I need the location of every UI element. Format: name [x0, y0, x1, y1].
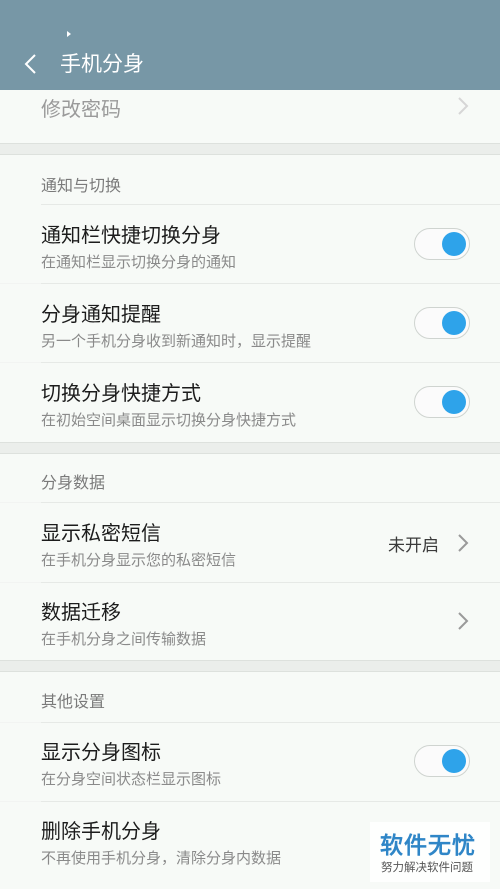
- section-header: 分身数据: [41, 473, 106, 492]
- change-password-title: 修改密码: [41, 97, 121, 121]
- row-title: 通知栏快捷切换分身: [41, 223, 221, 247]
- switch-shortcut-toggle[interactable]: [414, 386, 470, 418]
- watermark-title: 软件无忧: [380, 833, 476, 859]
- page-title: 手机分身: [60, 52, 144, 76]
- row-subtitle: 在通知栏显示切换分身的通知: [41, 253, 237, 271]
- row-subtitle: 另一个手机分身收到新通知时，显示提醒: [41, 332, 312, 350]
- switch-shortcut-row[interactable]: 切换分身快捷方式 在初始空间桌面显示切换分身快捷方式: [0, 363, 500, 442]
- section-data: 分身数据: [0, 454, 500, 502]
- title-bar: 手机分身: [0, 40, 500, 90]
- section-gap: [0, 660, 500, 672]
- show-icon-row[interactable]: 显示分身图标 在分身空间状态栏显示图标: [0, 723, 500, 801]
- section-gap: [0, 442, 500, 454]
- row-subtitle: 不再使用手机分身，清除分身内数据: [41, 849, 282, 867]
- private-sms-status: 未开启: [388, 536, 439, 556]
- section-other: 其他设置: [0, 672, 500, 722]
- chevron-right-icon: [458, 97, 469, 115]
- row-title: 显示私密短信: [41, 521, 161, 545]
- watermark-logo: 软件无忧 努力解决软件问题: [370, 822, 490, 882]
- data-migration-row[interactable]: 数据迁移 在手机分身之间传输数据: [0, 583, 500, 660]
- row-subtitle: 在手机分身之间传输数据: [41, 630, 207, 648]
- show-icon-toggle[interactable]: [414, 745, 470, 777]
- toggle-knob: [442, 232, 466, 256]
- notify-bar-switch-toggle[interactable]: [414, 228, 470, 260]
- clone-notification-row[interactable]: 分身通知提醒 另一个手机分身收到新通知时，显示提醒: [0, 284, 500, 362]
- back-button[interactable]: [14, 46, 50, 82]
- notify-bar-switch-row[interactable]: 通知栏快捷切换分身 在通知栏显示切换分身的通知: [0, 205, 500, 283]
- row-title: 数据迁移: [41, 600, 121, 624]
- private-sms-row[interactable]: 显示私密短信 在手机分身显示您的私密短信 未开启: [0, 503, 500, 582]
- section-notify: 通知与切换: [0, 155, 500, 205]
- row-subtitle: 在初始空间桌面显示切换分身快捷方式: [41, 411, 297, 429]
- play-indicator-icon: [67, 31, 71, 37]
- row-subtitle: 在分身空间状态栏显示图标: [41, 770, 222, 788]
- chevron-right-icon: [458, 534, 469, 552]
- toggle-knob: [442, 749, 466, 773]
- status-bar: [0, 0, 500, 40]
- row-subtitle: 在手机分身显示您的私密短信: [41, 551, 237, 569]
- change-password-row[interactable]: 修改密码: [0, 90, 500, 143]
- row-title: 分身通知提醒: [41, 302, 161, 326]
- clone-notification-toggle[interactable]: [414, 307, 470, 339]
- chevron-right-icon: [458, 612, 469, 630]
- row-title: 切换分身快捷方式: [41, 381, 201, 405]
- section-header: 通知与切换: [41, 176, 122, 195]
- section-gap: [0, 143, 500, 155]
- row-title: 显示分身图标: [41, 740, 161, 764]
- toggle-knob: [442, 390, 466, 414]
- section-header: 其他设置: [41, 692, 106, 711]
- row-title: 删除手机分身: [41, 819, 161, 843]
- watermark-subtitle: 努力解决软件问题: [381, 860, 473, 874]
- chevron-left-icon: [24, 54, 36, 74]
- toggle-knob: [442, 311, 466, 335]
